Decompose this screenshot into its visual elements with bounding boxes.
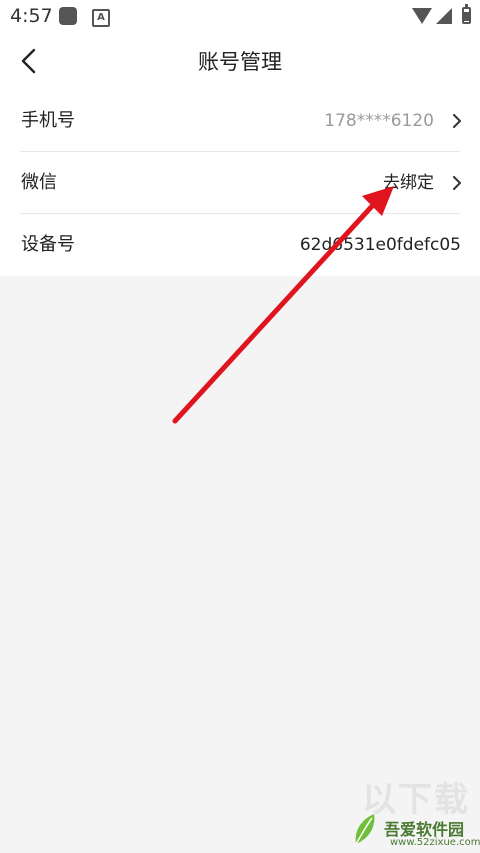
account-settings-list: 手机号 178****6120 微信 去绑定 设备号 62d6531e0fdef… — [0, 90, 480, 276]
leaf-logo-icon — [355, 814, 375, 845]
page-title: 账号管理 — [198, 50, 282, 74]
row-wechat-value[interactable]: 去绑定 — [383, 152, 434, 214]
a-notification-icon: A — [92, 9, 110, 27]
chevron-right-icon — [453, 176, 461, 190]
row-wechat[interactable]: 微信 去绑定 — [0, 152, 480, 214]
status-bar: 4:57 A — [0, 0, 480, 34]
row-phone-value: 178****6120 — [324, 111, 434, 131]
watermark-big-text: 以下载 — [362, 780, 470, 820]
app-square-icon — [59, 7, 77, 25]
watermark-url: www.52zixue.com — [390, 837, 480, 848]
chevron-right-icon — [453, 114, 461, 128]
battery-charging-icon — [462, 4, 471, 24]
watermark: 以下载 吾爱软件园 www.52zixue.com — [340, 770, 480, 853]
back-button[interactable] — [14, 44, 50, 80]
row-wechat-label: 微信 — [21, 172, 57, 193]
chevron-left-icon — [21, 48, 36, 74]
wifi-icon — [412, 8, 432, 24]
row-phone-label: 手机号 — [21, 110, 75, 131]
row-device-id-label: 设备号 — [21, 234, 75, 255]
signal-icon — [436, 8, 452, 24]
row-device-id-value: 62d6531e0fdefc05 — [299, 235, 461, 255]
app-header: 账号管理 — [0, 34, 480, 90]
row-phone[interactable]: 手机号 178****6120 — [0, 90, 480, 152]
row-device-id: 设备号 62d6531e0fdefc05 — [0, 214, 480, 276]
status-time: 4:57 — [10, 5, 53, 27]
